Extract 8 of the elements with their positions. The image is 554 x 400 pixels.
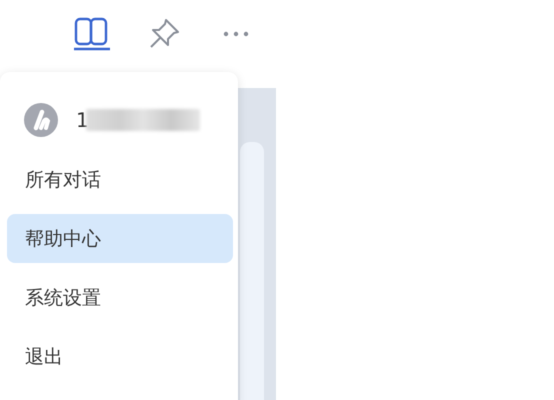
menu-item[interactable]: 所有对话 bbox=[7, 155, 233, 204]
more-icon bbox=[223, 31, 249, 37]
menu-item[interactable]: 系统设置 bbox=[7, 273, 233, 322]
user-name: 1 bbox=[76, 108, 89, 132]
book-icon bbox=[72, 17, 112, 51]
avatar-icon bbox=[24, 103, 58, 137]
menu-item[interactable]: 退出 bbox=[7, 332, 233, 381]
menu-item[interactable]: 帮助中心 bbox=[7, 214, 233, 263]
